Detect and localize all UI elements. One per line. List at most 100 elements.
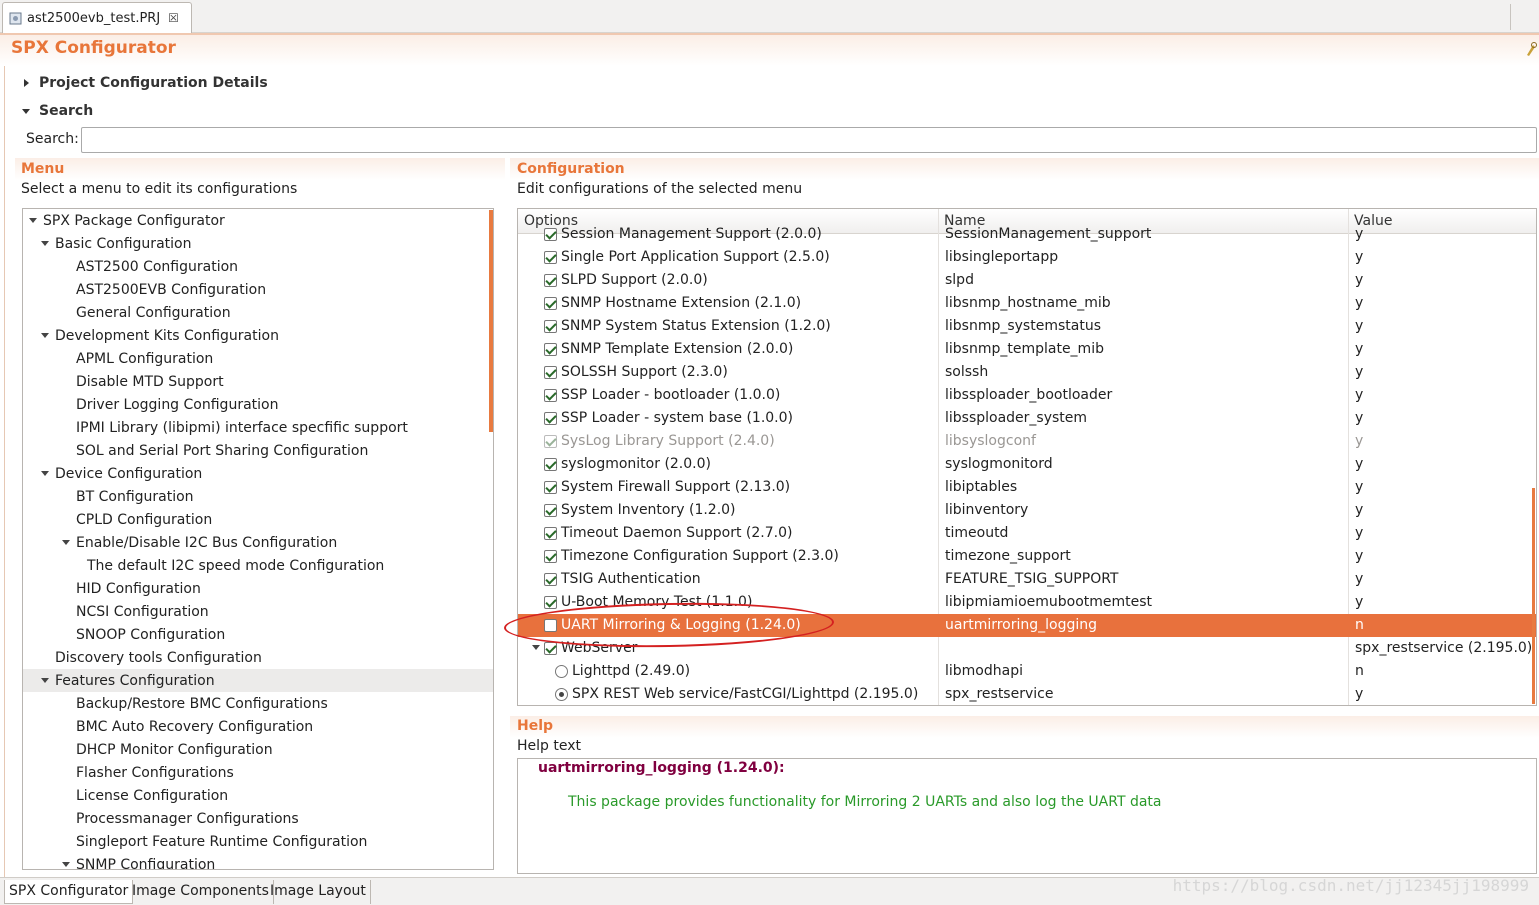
table-row[interactable]: syslogmonitor (2.0.0) syslogmonitord y <box>518 453 1536 476</box>
table-row[interactable]: System Inventory (1.2.0) libinventory y <box>518 499 1536 522</box>
tree-item[interactable]: The default I2C speed mode Configuration <box>23 554 493 577</box>
table-row[interactable]: SysLog Library Support (2.4.0) libsyslogc… <box>518 430 1536 453</box>
expanded-triangle-icon[interactable] <box>41 471 49 476</box>
option-checkbox[interactable] <box>544 481 557 494</box>
option-checkbox[interactable] <box>544 297 557 310</box>
table-row[interactable]: Lighttpd (2.49.0) libmodhapi n <box>518 660 1536 683</box>
tree-item[interactable]: CPLD Configuration <box>23 508 493 531</box>
option-value[interactable]: y <box>1355 456 1363 472</box>
tree-item[interactable]: Enable/Disable I2C Bus Configuration <box>23 531 493 554</box>
table-row[interactable]: SPX REST Web service/FastCGI/Lighttpd (2… <box>518 683 1536 705</box>
config-table[interactable]: Options Name Value Session Management Su… <box>517 208 1537 706</box>
tree-item[interactable]: SOL and Serial Port Sharing Configuratio… <box>23 439 493 462</box>
tree-item[interactable]: AST2500EVB Configuration <box>23 278 493 301</box>
table-row[interactable]: SNMP System Status Extension (1.2.0) libs… <box>518 315 1536 338</box>
tree-scrollbar[interactable] <box>489 210 493 432</box>
option-value[interactable]: y <box>1355 341 1363 357</box>
tree-item[interactable]: Disable MTD Support <box>23 370 493 393</box>
table-row[interactable]: SSP Loader - bootloader (1.0.0) libssploa… <box>518 384 1536 407</box>
option-checkbox[interactable] <box>544 596 557 609</box>
option-value[interactable]: y <box>1355 387 1363 403</box>
tab-spx-configurator[interactable]: SPX Configurator <box>4 880 134 904</box>
tree-item[interactable]: Development Kits Configuration <box>23 324 493 347</box>
tree-item[interactable]: Basic Configuration <box>23 232 493 255</box>
table-row[interactable]: U-Boot Memory Test (1.1.0) libipmiamioemu… <box>518 591 1536 614</box>
tree-item[interactable]: License Configuration <box>23 784 493 807</box>
tree-item[interactable]: Discovery tools Configuration <box>23 646 493 669</box>
config-scrollbar[interactable] <box>1532 488 1535 704</box>
option-checkbox[interactable] <box>544 573 557 586</box>
option-checkbox[interactable] <box>544 550 557 563</box>
tree-item[interactable]: DHCP Monitor Configuration <box>23 738 493 761</box>
option-checkbox[interactable] <box>544 504 557 517</box>
option-value[interactable]: y <box>1355 433 1363 449</box>
expanded-triangle-icon[interactable] <box>62 862 70 867</box>
option-value[interactable]: y <box>1355 226 1363 242</box>
table-row[interactable]: Timeout Daemon Support (2.7.0) timeoutd y <box>518 522 1536 545</box>
option-checkbox[interactable] <box>544 274 557 287</box>
table-row[interactable]: SSP Loader - system base (1.0.0) libssplo… <box>518 407 1536 430</box>
option-value[interactable]: y <box>1355 249 1363 265</box>
tree-item[interactable]: Processmanager Configurations <box>23 807 493 830</box>
option-value[interactable]: n <box>1355 663 1364 679</box>
search-input[interactable] <box>81 127 1537 153</box>
option-checkbox[interactable] <box>544 619 557 632</box>
tree-item[interactable]: AST2500 Configuration <box>23 255 493 278</box>
option-checkbox[interactable] <box>544 435 557 448</box>
option-value[interactable]: y <box>1355 686 1363 702</box>
menu-tree[interactable]: SPX Package Configurator Basic Configurat… <box>22 208 494 870</box>
expanded-triangle-icon[interactable] <box>41 241 49 246</box>
tree-item[interactable]: IPMI Library (libipmi) interface specfif… <box>23 416 493 439</box>
option-checkbox[interactable] <box>544 458 557 471</box>
option-checkbox[interactable] <box>544 527 557 540</box>
table-row[interactable]: Timezone Configuration Support (2.3.0) ti… <box>518 545 1536 568</box>
tree-item[interactable]: BT Configuration <box>23 485 493 508</box>
editor-tab[interactable]: ast2500evb_test.PRJ ☒ <box>2 2 192 33</box>
tool-icon[interactable] <box>1525 41 1537 57</box>
option-value[interactable]: y <box>1355 364 1363 380</box>
expanded-triangle-icon[interactable] <box>532 645 540 650</box>
tree-item[interactable]: BMC Auto Recovery Configuration <box>23 715 493 738</box>
table-row[interactable]: Session Management Support (2.0.0) Sessio… <box>518 223 1536 246</box>
tab-image-layout[interactable]: Image Layout <box>266 880 371 904</box>
tree-item[interactable]: SNOOP Configuration <box>23 623 493 646</box>
option-radio[interactable] <box>555 688 568 701</box>
option-value[interactable]: y <box>1355 479 1363 495</box>
option-value[interactable]: y <box>1355 594 1363 610</box>
table-row[interactable]: UART Mirroring & Logging (1.24.0) uartmir… <box>518 614 1536 637</box>
option-value[interactable]: y <box>1355 272 1363 288</box>
option-value[interactable]: y <box>1355 410 1363 426</box>
option-checkbox[interactable] <box>544 343 557 356</box>
option-value[interactable]: y <box>1355 525 1363 541</box>
section-search[interactable]: Search <box>20 103 93 119</box>
option-checkbox[interactable] <box>544 412 557 425</box>
option-value[interactable]: y <box>1355 571 1363 587</box>
option-value[interactable]: y <box>1355 318 1363 334</box>
tree-item[interactable]: Driver Logging Configuration <box>23 393 493 416</box>
tree-item[interactable]: HID Configuration <box>23 577 493 600</box>
option-checkbox[interactable] <box>544 389 557 402</box>
option-checkbox[interactable] <box>544 320 557 333</box>
tree-item[interactable]: Flasher Configurations <box>23 761 493 784</box>
option-checkbox[interactable] <box>544 366 557 379</box>
expanded-triangle-icon[interactable] <box>41 333 49 338</box>
tree-item[interactable]: NCSI Configuration <box>23 600 493 623</box>
expanded-triangle-icon[interactable] <box>41 678 49 683</box>
tree-item[interactable]: APML Configuration <box>23 347 493 370</box>
option-checkbox[interactable] <box>544 228 557 241</box>
tree-item[interactable]: SNMP Configuration <box>23 853 493 869</box>
close-icon[interactable]: ☒ <box>168 11 179 25</box>
option-value[interactable]: y <box>1355 295 1363 311</box>
tree-item[interactable]: General Configuration <box>23 301 493 324</box>
table-row[interactable]: Single Port Application Support (2.5.0) l… <box>518 246 1536 269</box>
tree-item[interactable]: Singleport Feature Runtime Configuration <box>23 830 493 853</box>
expanded-triangle-icon[interactable] <box>29 218 37 223</box>
option-value[interactable]: n <box>1355 617 1364 633</box>
section-project-details[interactable]: Project Configuration Details <box>20 75 268 91</box>
option-value[interactable]: y <box>1355 502 1363 518</box>
tree-item[interactable]: SPX Package Configurator <box>23 209 493 232</box>
tree-item[interactable]: Features Configuration <box>23 669 493 692</box>
table-row[interactable]: WebServer spx_restservice (2.195.0) <box>518 637 1536 660</box>
table-row[interactable]: SLPD Support (2.0.0) slpd y <box>518 269 1536 292</box>
option-radio[interactable] <box>555 665 568 678</box>
